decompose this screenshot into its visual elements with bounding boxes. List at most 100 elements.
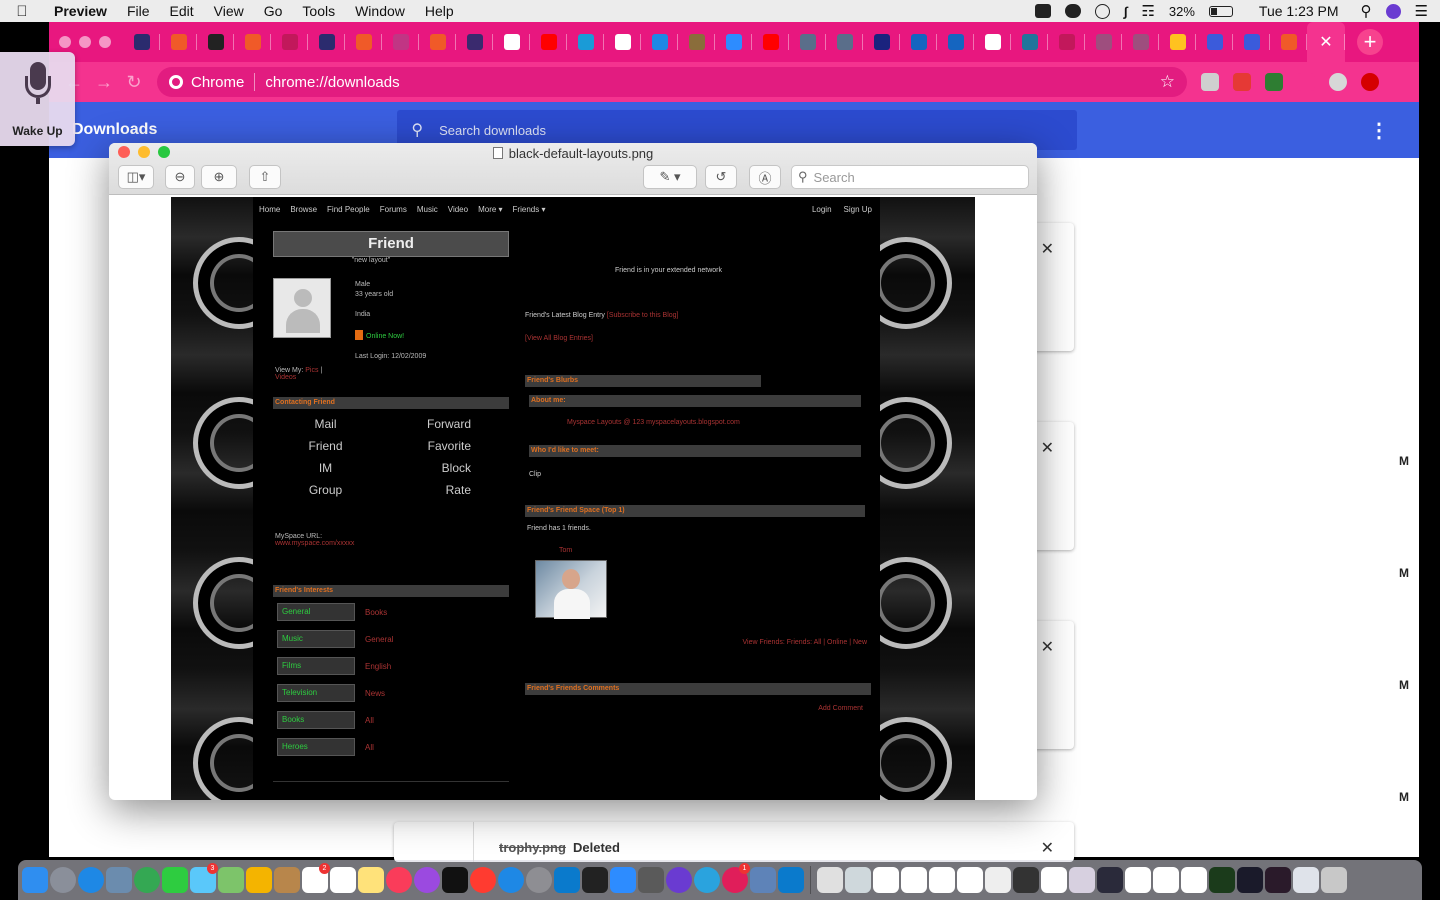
- zoom-icon[interactable]: [610, 867, 636, 893]
- window-thumb-icon[interactable]: [901, 867, 927, 893]
- browser-tab[interactable]: [1085, 22, 1122, 62]
- browser-tab[interactable]: [1122, 22, 1159, 62]
- browser-tab[interactable]: [530, 22, 567, 62]
- finder-icon[interactable]: [22, 867, 48, 893]
- reminders-icon[interactable]: [330, 867, 356, 893]
- browser-tab[interactable]: [493, 22, 530, 62]
- facetime-icon[interactable]: [162, 867, 188, 893]
- window-thumb-icon[interactable]: [845, 867, 871, 893]
- browser-tab[interactable]: [641, 22, 678, 62]
- browser-tab[interactable]: [308, 22, 345, 62]
- wifi-icon[interactable]: ☶: [1141, 2, 1154, 20]
- markup-pen-button[interactable]: ✎ ▾: [643, 165, 697, 189]
- imovie-icon[interactable]: [666, 867, 692, 893]
- browser-tab[interactable]: [789, 22, 826, 62]
- browser-tab[interactable]: [1011, 22, 1048, 62]
- sidebar-toggle-button[interactable]: ◫▾: [118, 165, 154, 189]
- photos-icon[interactable]: [246, 867, 272, 893]
- bookmark-star-icon[interactable]: ☆: [1160, 72, 1175, 92]
- browser-tab[interactable]: [456, 22, 493, 62]
- window-thumb-icon[interactable]: [929, 867, 955, 893]
- window-thumb-icon[interactable]: [1041, 867, 1067, 893]
- browser-tab[interactable]: [715, 22, 752, 62]
- url-text[interactable]: chrome://downloads: [265, 74, 399, 91]
- browser-tab[interactable]: [234, 22, 271, 62]
- window-thumb-icon[interactable]: [957, 867, 983, 893]
- accessibility-icon[interactable]: [1094, 3, 1110, 19]
- wake-up-widget[interactable]: Wake Up: [0, 52, 75, 146]
- browser-tab[interactable]: [160, 22, 197, 62]
- telegram-icon[interactable]: [694, 867, 720, 893]
- chrome-icon[interactable]: [134, 867, 160, 893]
- menu-go[interactable]: Go: [254, 3, 293, 19]
- forward-arrow-icon[interactable]: →: [89, 72, 119, 93]
- vscode-icon[interactable]: [554, 867, 580, 893]
- tab-downloads-active[interactable]: ✕: [1307, 22, 1345, 62]
- zoom-in-button[interactable]: ⊕: [201, 165, 237, 189]
- battery-icon[interactable]: [1208, 5, 1233, 17]
- profile-avatar-icon[interactable]: [1329, 73, 1347, 91]
- browser-tab[interactable]: [1048, 22, 1085, 62]
- browser-tab[interactable]: [345, 22, 382, 62]
- browser-tab[interactable]: [197, 22, 234, 62]
- notification-center-icon[interactable]: ☰: [1415, 2, 1428, 20]
- window-thumb-icon[interactable]: [1181, 867, 1207, 893]
- browser-tab[interactable]: [1159, 22, 1196, 62]
- blank-ext-icon[interactable]: [1297, 73, 1315, 91]
- browser-tab[interactable]: [900, 22, 937, 62]
- document-icon[interactable]: [817, 867, 843, 893]
- browser-tab[interactable]: [826, 22, 863, 62]
- window-thumb-icon[interactable]: [1153, 867, 1179, 893]
- menu-tools[interactable]: Tools: [292, 3, 345, 19]
- calendar-icon[interactable]: 2: [302, 863, 330, 893]
- window-thumb-icon[interactable]: [1293, 867, 1319, 893]
- markup-toolbar-button[interactable]: Ⓐ: [749, 165, 781, 189]
- remove-download-icon[interactable]: ✕: [1041, 637, 1054, 657]
- contacts-icon[interactable]: [274, 867, 300, 893]
- browser-tab[interactable]: [567, 22, 604, 62]
- browser-tab[interactable]: [1270, 22, 1307, 62]
- music-icon[interactable]: [386, 867, 412, 893]
- menu-window[interactable]: Window: [345, 3, 415, 19]
- window-thumb-icon[interactable]: [1209, 867, 1235, 893]
- tv-icon[interactable]: [442, 867, 468, 893]
- browser-tab[interactable]: [123, 22, 160, 62]
- news-icon[interactable]: [470, 867, 496, 893]
- remove-download-icon[interactable]: ✕: [1041, 239, 1054, 259]
- rotate-button[interactable]: ↺: [705, 165, 737, 189]
- trash-icon[interactable]: [1321, 867, 1347, 893]
- browser-tab[interactable]: [1233, 22, 1270, 62]
- window-thumb-icon[interactable]: [1265, 867, 1291, 893]
- spotlight-icon[interactable]: ⚲: [1361, 2, 1372, 20]
- screen-sharing-icon[interactable]: [750, 867, 776, 893]
- browser-tab[interactable]: [604, 22, 641, 62]
- bluetooth-icon[interactable]: ∫: [1124, 4, 1128, 19]
- reload-icon[interactable]: ↻: [119, 72, 149, 93]
- tab-close-icon[interactable]: ✕: [1319, 32, 1332, 52]
- more-options-icon[interactable]: ⋮: [1369, 118, 1389, 143]
- chrome-close-button[interactable]: [59, 36, 71, 48]
- browser-tab[interactable]: [863, 22, 900, 62]
- slack-icon[interactable]: 1: [722, 863, 750, 893]
- terminal-icon[interactable]: [582, 867, 608, 893]
- messages-icon[interactable]: 3: [190, 863, 218, 893]
- window-thumb-icon[interactable]: [1097, 867, 1123, 893]
- system-preferences-icon[interactable]: [526, 867, 552, 893]
- app-store-icon[interactable]: [498, 867, 524, 893]
- browser-tab[interactable]: [974, 22, 1011, 62]
- launchpad-icon[interactable]: [50, 867, 76, 893]
- puzzle-ext-icon[interactable]: [1265, 73, 1283, 91]
- menu-view[interactable]: View: [204, 3, 254, 19]
- window-thumb-icon[interactable]: [1013, 867, 1039, 893]
- menu-app-name[interactable]: Preview: [44, 3, 117, 19]
- vscode-icon[interactable]: [778, 867, 804, 893]
- screen-record-icon[interactable]: [1034, 4, 1051, 18]
- new-tab-button[interactable]: +: [1357, 29, 1383, 55]
- chrome-minimize-button[interactable]: [79, 36, 91, 48]
- window-thumb-icon[interactable]: [1237, 867, 1263, 893]
- update-icon[interactable]: [1361, 73, 1379, 91]
- preview-image[interactable]: Home Browse Find People Forums Music Vid…: [171, 197, 975, 800]
- hand-ext-icon[interactable]: [1233, 73, 1251, 91]
- menu-edit[interactable]: Edit: [160, 3, 204, 19]
- browser-tab[interactable]: [271, 22, 308, 62]
